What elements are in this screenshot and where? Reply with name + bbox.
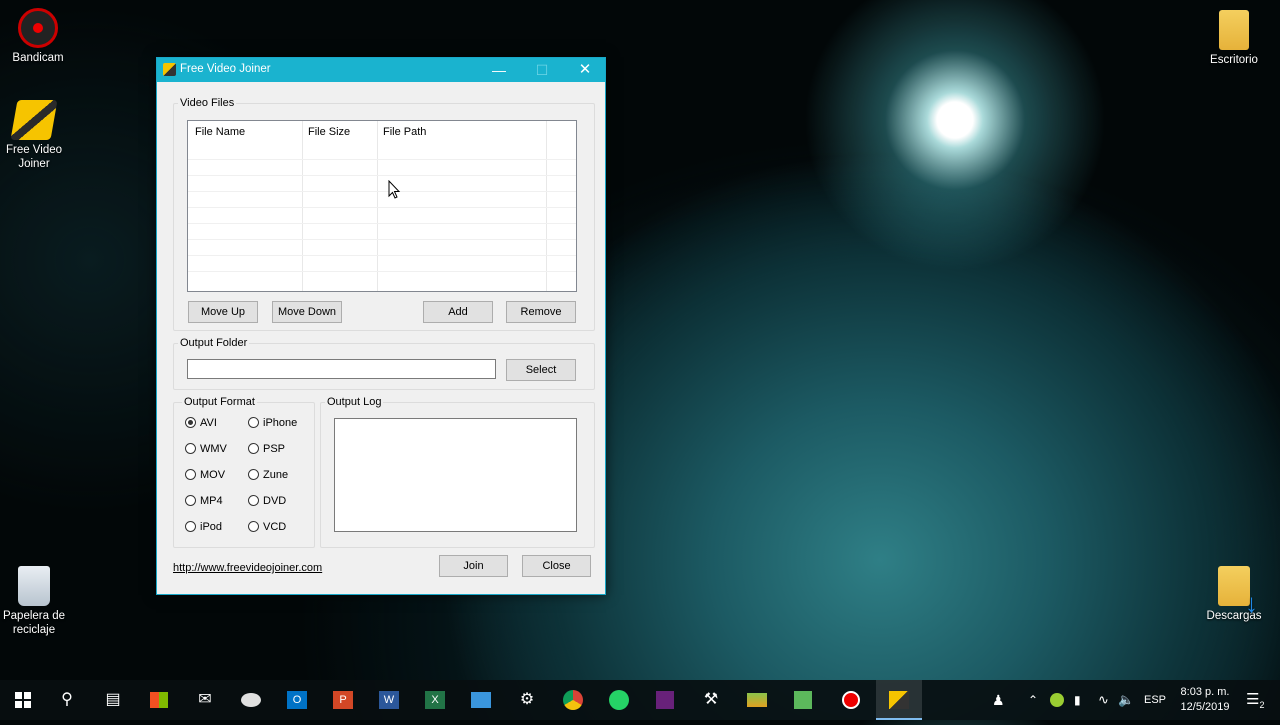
desktop-icon-label: Free Video Joiner — [5, 144, 63, 170]
add-button[interactable]: Add — [423, 301, 493, 323]
chevron-up-icon[interactable]: ⌃ — [1028, 680, 1042, 720]
radio-indicator — [185, 469, 196, 480]
free-video-joiner-window: Free Video Joiner — ☐ ✕ Video Files File… — [156, 57, 606, 595]
radio-indicator — [248, 417, 259, 428]
desktop-icon-bandicam[interactable]: Bandicam — [0, 8, 76, 65]
outlook-icon[interactable]: O — [274, 680, 320, 720]
list-row-line — [188, 175, 576, 176]
language-indicator[interactable]: ESP — [1144, 680, 1166, 720]
settings-icon[interactable]: ⚙ — [504, 680, 550, 720]
clock-date: 12/5/2019 — [1180, 701, 1230, 713]
visual-studio-icon[interactable] — [642, 680, 688, 720]
title-bar[interactable]: Free Video Joiner — ☐ ✕ — [157, 58, 605, 82]
column-file-path[interactable]: File Path — [383, 126, 426, 138]
join-button[interactable]: Join — [439, 555, 508, 577]
output-format-label: Output Format — [182, 396, 257, 408]
mail-icon[interactable]: ✉ — [182, 680, 228, 720]
word-icon[interactable]: W — [366, 680, 412, 720]
tray-green-icon[interactable] — [1050, 693, 1064, 707]
move-down-button[interactable]: Move Down — [272, 301, 342, 323]
desktop-icon-label: Bandicam — [12, 52, 64, 64]
bandicam-icon — [18, 8, 58, 48]
stack-icon[interactable] — [734, 680, 780, 720]
recycle-bin-icon — [18, 566, 50, 606]
paint-icon[interactable] — [228, 680, 274, 720]
window-title: Free Video Joiner — [180, 63, 271, 75]
radio-indicator — [185, 521, 196, 532]
store-icon[interactable] — [136, 680, 182, 720]
list-row-line — [188, 223, 576, 224]
column-file-name[interactable]: File Name — [195, 126, 245, 138]
radio-selected-indicator — [185, 417, 196, 428]
close-button[interactable]: Close — [522, 555, 591, 577]
remote-desktop-icon[interactable] — [458, 680, 504, 720]
media-icon[interactable] — [780, 680, 826, 720]
chrome-icon[interactable] — [550, 680, 596, 720]
radio-indicator — [185, 495, 196, 506]
powerpoint-icon[interactable]: P — [320, 680, 366, 720]
desktop-icon-label: Descargas — [1206, 610, 1262, 622]
move-up-button[interactable]: Move Up — [188, 301, 258, 323]
wifi-icon[interactable]: ∿ — [1098, 680, 1109, 720]
downloads-folder-icon — [1218, 566, 1258, 610]
notification-count: 2 — [1259, 700, 1265, 710]
volume-icon[interactable]: 🔈 — [1118, 680, 1134, 720]
list-row-line — [188, 271, 576, 272]
desktop-icon-label: Escritorio — [1210, 54, 1258, 66]
column-file-size[interactable]: File Size — [308, 126, 350, 138]
clock[interactable]: 8:03 p. m. 12/5/2019 — [1172, 685, 1238, 715]
output-folder-label: Output Folder — [178, 337, 250, 349]
website-link[interactable]: http://www.freevideojoiner.com — [173, 562, 322, 574]
list-row-line — [188, 159, 576, 160]
video-files-label: Video Files — [178, 97, 237, 109]
clock-time: 8:03 p. m. — [1180, 686, 1230, 698]
desktop-icon-label: Papelera de reciclaje — [2, 610, 66, 636]
desktop-icon-descargas[interactable]: Descargas — [1196, 566, 1272, 623]
list-row-line — [188, 239, 576, 240]
desktop-icon-escritorio[interactable]: Escritorio — [1196, 10, 1272, 67]
radio-indicator — [248, 521, 259, 532]
tools-icon[interactable]: ⚒ — [688, 680, 734, 720]
maximize-button[interactable]: ☐ — [522, 58, 562, 82]
output-log-textarea[interactable] — [334, 418, 577, 532]
close-window-button[interactable]: ✕ — [565, 58, 605, 82]
radio-indicator — [185, 443, 196, 454]
column-divider — [546, 121, 547, 291]
folder-icon — [1219, 10, 1249, 50]
excel-icon[interactable]: X — [412, 680, 458, 720]
radio-indicator — [248, 495, 259, 506]
radio-indicator — [248, 469, 259, 480]
desktop-icon-recycle-bin[interactable]: Papelera de reciclaje — [0, 566, 72, 637]
remove-button[interactable]: Remove — [506, 301, 576, 323]
column-divider — [302, 121, 303, 291]
people-icon[interactable]: ♟ — [992, 680, 1012, 720]
output-folder-input[interactable] — [187, 359, 496, 379]
bandicam-record-icon[interactable] — [828, 680, 874, 720]
task-view-icon[interactable]: ▤ — [90, 680, 136, 720]
notification-center-icon[interactable]: ☰2 — [1246, 680, 1264, 720]
desktop-icon-free-video-joiner[interactable]: Free Video Joiner — [0, 100, 72, 171]
list-header: File Name File Size File Path — [188, 121, 576, 143]
video-files-list[interactable]: File Name File Size File Path — [187, 120, 577, 292]
app-icon — [163, 63, 176, 76]
free-video-joiner-icon[interactable] — [876, 680, 922, 720]
taskbar: ⚲ ▤ ✉ O P W X ⚙ ⚒ ♟ ⌃ ▮ ∿ 🔈 ESP 8:03 p. … — [0, 680, 1280, 720]
battery-icon[interactable]: ▮ — [1074, 680, 1081, 720]
list-row-line — [188, 255, 576, 256]
whatsapp-icon[interactable] — [596, 680, 642, 720]
list-row-line — [188, 191, 576, 192]
search-icon[interactable]: ⚲ — [44, 680, 90, 720]
output-log-label: Output Log — [325, 396, 384, 408]
start-icon[interactable] — [0, 680, 46, 720]
radio-indicator — [248, 443, 259, 454]
select-folder-button[interactable]: Select — [506, 359, 576, 381]
minimize-button[interactable]: — — [479, 58, 519, 82]
list-row-line — [188, 207, 576, 208]
column-divider — [377, 121, 378, 291]
free-video-joiner-icon — [10, 100, 58, 140]
